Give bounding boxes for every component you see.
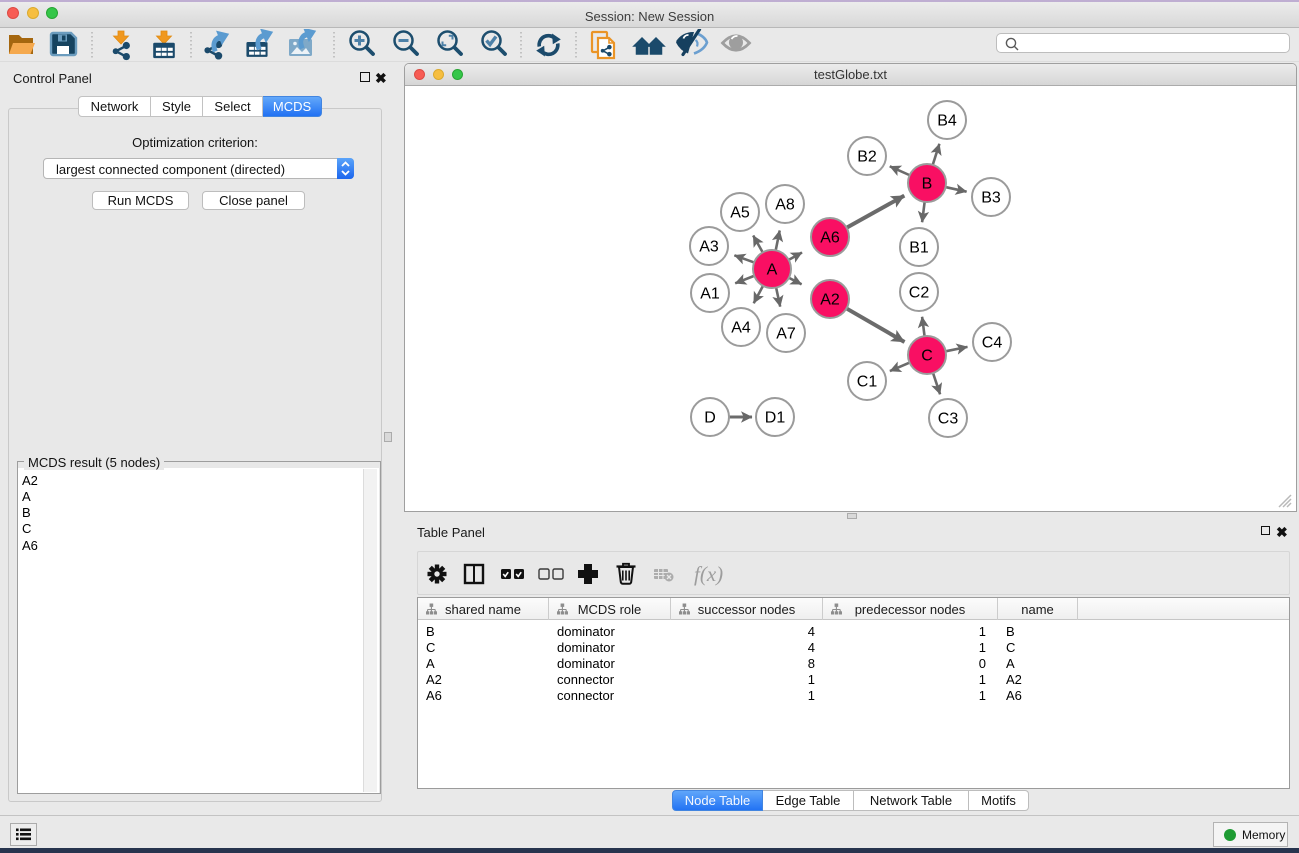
svg-text:C4: C4 [982, 335, 1003, 352]
svg-text:A: A [767, 262, 778, 279]
svg-text:C: C [921, 348, 933, 365]
svg-text:C1: C1 [857, 374, 878, 391]
svg-text:B4: B4 [937, 113, 957, 130]
svg-text:B1: B1 [909, 240, 929, 257]
svg-text:C3: C3 [938, 411, 959, 428]
svg-text:A6: A6 [820, 230, 840, 247]
svg-text:C2: C2 [909, 285, 930, 302]
svg-text:B3: B3 [981, 190, 1001, 207]
svg-text:A2: A2 [820, 292, 840, 309]
svg-text:A1: A1 [700, 286, 720, 303]
svg-text:A3: A3 [699, 239, 719, 256]
svg-text:B: B [922, 176, 933, 193]
svg-text:f(x): f(x) [694, 562, 723, 586]
svg-text:A7: A7 [776, 326, 796, 343]
svg-text:D: D [704, 410, 716, 427]
svg-text:A8: A8 [775, 197, 795, 214]
svg-text:A4: A4 [731, 320, 751, 337]
svg-text:B2: B2 [857, 149, 877, 166]
svg-text:A5: A5 [730, 205, 750, 222]
svg-text:D1: D1 [765, 410, 786, 427]
